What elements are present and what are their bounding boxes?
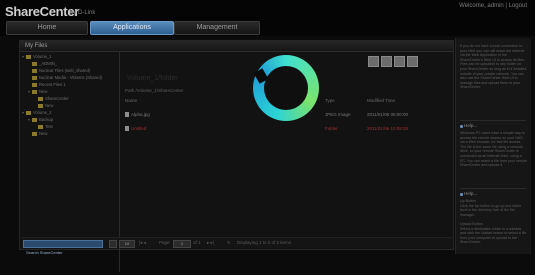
folder-icon xyxy=(38,104,43,108)
table-row[interactable]: Untitled Folder 2011/01/06 10:09:28 xyxy=(125,125,467,132)
brand-sub: by D-Link xyxy=(70,10,96,16)
next-page-button[interactable]: ▸ ▸| xyxy=(207,240,214,246)
folder-tree: ▾ Volume_1 _ADMIN_ Nuclear Files (web_sha… xyxy=(22,53,118,137)
help-body: Windows PC users have a simple way to ac… xyxy=(460,131,528,168)
page-input[interactable]: 1 xyxy=(173,240,191,248)
delete-icon[interactable] xyxy=(407,56,418,67)
folder-icon xyxy=(26,55,31,59)
tree-item[interactable]: ▾ Volume_1 xyxy=(22,53,118,60)
folder-icon xyxy=(38,125,43,129)
column-header-modified[interactable]: Modified Time xyxy=(367,98,395,103)
file-icon xyxy=(125,126,129,132)
folder-icon xyxy=(26,111,31,115)
help-body: Up Button Click the Up button to go up o… xyxy=(460,199,527,245)
file-icon xyxy=(125,112,129,118)
display-info: Displaying 1 to 2 of 2 items xyxy=(237,240,292,245)
folder-icon xyxy=(32,76,37,80)
tab-applications[interactable]: Applications xyxy=(90,21,174,35)
tree-item[interactable]: ShareCenter xyxy=(22,95,118,102)
help-heading: Help... xyxy=(464,191,478,196)
tree-item[interactable]: _ADMIN_ xyxy=(22,60,118,67)
divider xyxy=(460,120,526,121)
help-intro: If you do not have a local connection to… xyxy=(460,44,527,90)
first-page-button[interactable]: |◂ ◂ xyxy=(139,240,146,246)
path-row: Path /Volume_1/ShareCenter xyxy=(125,88,184,93)
panel-title: My Files xyxy=(20,41,453,52)
brand-logo: ShareCenter xyxy=(5,4,80,19)
pager-bar: Search ShareCenter 10 |◂ ◂ Page 1 of 1 ▸… xyxy=(21,237,452,255)
file-modified: 2011/01/06 00:00:00 xyxy=(367,112,408,117)
file-name: Untitled xyxy=(131,126,147,131)
per-page-select[interactable]: 10 xyxy=(119,240,135,248)
welcome-text[interactable]: Welcome, admin | Logout xyxy=(459,3,527,9)
loading-spinner-icon xyxy=(253,55,319,121)
tree-item[interactable]: ▾ Volume_2 xyxy=(22,109,118,116)
tree-item[interactable]: New xyxy=(22,130,118,137)
path-value: /Volume_1/ShareCenter xyxy=(135,88,184,93)
folder-icon xyxy=(38,97,43,101)
new-folder-icon[interactable] xyxy=(394,56,405,67)
folder-icon xyxy=(32,118,37,122)
column-header-type[interactable]: Type xyxy=(325,98,335,103)
file-type: Folder xyxy=(325,126,338,131)
file-modified: 2011/01/06 10:09:28 xyxy=(367,126,408,131)
refresh-page-icon[interactable]: ↻ xyxy=(227,240,231,246)
top-bar: ShareCenter by D-Link Welcome, admin | L… xyxy=(0,0,535,36)
search-placeholder: Search ShareCenter xyxy=(26,250,63,255)
page-label: Page xyxy=(159,240,170,245)
current-folder-title: Volume_1/folder xyxy=(127,75,178,82)
folder-icon xyxy=(32,83,37,87)
path-label: Path xyxy=(125,88,135,93)
file-name: Alpha.jpg xyxy=(131,112,150,117)
upload-icon[interactable] xyxy=(381,56,392,67)
my-files-panel: My Files ▾ Volume_1 _ADMIN_ Nuclear Files… xyxy=(19,40,454,272)
folder-icon xyxy=(32,69,37,73)
tree-item[interactable]: Test xyxy=(22,123,118,130)
folder-icon xyxy=(32,90,37,94)
file-type: JPEG Image xyxy=(325,112,351,117)
help-bullet-icon xyxy=(460,193,463,196)
tree-item[interactable]: ▾ Backup xyxy=(22,116,118,123)
tree-item[interactable]: Nuclear Files (web_shared) xyxy=(22,67,118,74)
tab-home[interactable]: Home xyxy=(6,21,88,35)
folder-icon xyxy=(32,62,37,66)
page-of: of 1 xyxy=(193,240,201,245)
tree-item[interactable]: Nuclear Media - Vkitems (Shared) xyxy=(22,74,118,81)
tree-item[interactable]: New xyxy=(22,102,118,109)
folder-icon xyxy=(32,132,37,136)
search-icon[interactable] xyxy=(109,240,117,248)
tab-management[interactable]: Management xyxy=(174,21,260,35)
help-heading: Help... xyxy=(464,123,478,128)
tree-item[interactable]: ▾ New xyxy=(22,88,118,95)
tree-item[interactable]: Recent Files 1 xyxy=(22,81,118,88)
help-bullet-icon xyxy=(460,125,463,128)
divider xyxy=(460,188,526,189)
help-sidebar: If you do not have a local connection to… xyxy=(455,38,531,254)
refresh-icon[interactable] xyxy=(368,56,379,67)
column-header-name[interactable]: Name xyxy=(125,98,137,103)
search-input[interactable]: Search ShareCenter xyxy=(23,240,103,255)
